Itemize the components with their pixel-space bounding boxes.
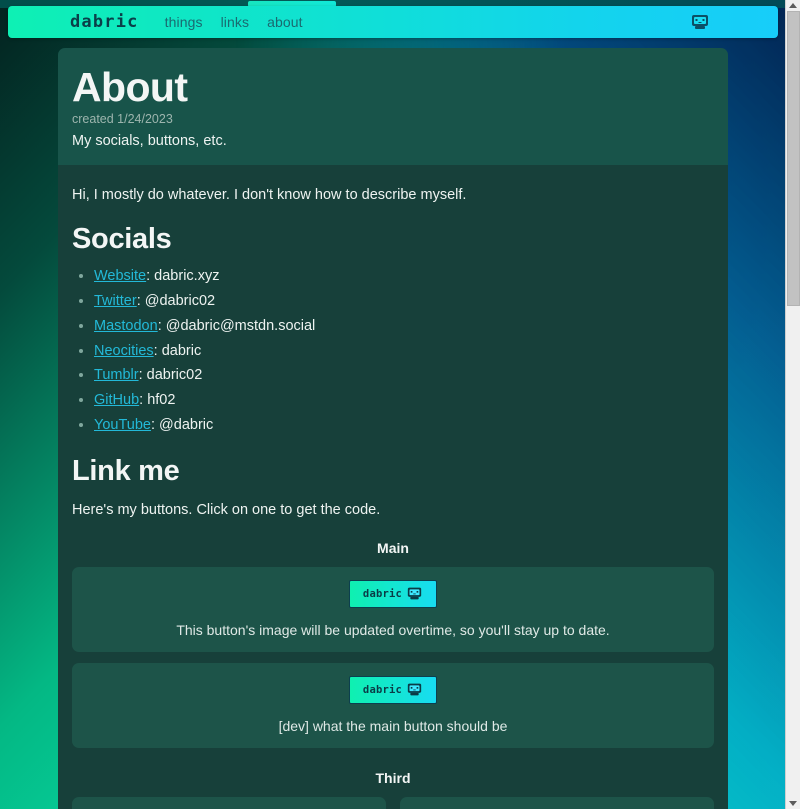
main-content-card: About created 1/24/2023 My socials, butt… <box>58 48 728 809</box>
created-date: created 1/24/2023 <box>72 112 173 127</box>
scrollbar-up-button[interactable] <box>786 0 800 11</box>
page-subtitle: My socials, buttons, etc. <box>72 133 227 150</box>
badge-label: dabric <box>362 587 403 600</box>
social-link-tumblr[interactable]: Tumblr <box>94 367 139 383</box>
robot-head-icon[interactable] <box>690 13 710 31</box>
page-body-panel: Hi, I mostly do whatever. I don't know h… <box>58 165 728 809</box>
button-card-row: dabric New site, new button. <box>72 786 714 809</box>
social-link-youtube[interactable]: YouTube <box>94 417 151 433</box>
social-link-twitter[interactable]: Twitter <box>94 293 137 309</box>
linkme-heading: Link me <box>72 454 180 487</box>
robot-head-icon <box>407 588 422 600</box>
nav-item-about[interactable]: about <box>267 14 303 30</box>
brand-logo[interactable]: dabric <box>70 12 139 32</box>
social-link-website[interactable]: Website <box>94 268 146 284</box>
list-item: YouTube: @dabric <box>94 416 714 435</box>
button-card[interactable]: DABRIC Basically the polar opposite of t… <box>400 796 714 809</box>
page-background: dabric things links about About created … <box>0 0 785 809</box>
page-header-panel: About created 1/24/2023 My socials, butt… <box>58 48 728 166</box>
dabric-badge-main[interactable]: dabric <box>349 579 437 608</box>
nav-item-things[interactable]: things <box>165 14 203 30</box>
page-title: About <box>72 64 188 110</box>
social-value: : dabric.xyz <box>146 268 220 285</box>
social-link-neocities[interactable]: Neocities <box>94 343 154 359</box>
badge-label: dabric <box>362 683 403 696</box>
robot-head-icon <box>407 684 422 696</box>
group-label-third: Third <box>375 769 411 786</box>
socials-list: Website: dabric.xyz Twitter: @dabric02 M… <box>72 267 714 435</box>
triangle-down-icon <box>789 801 797 806</box>
list-item: Neocities: dabric <box>94 342 714 361</box>
card-caption: This button's image will be updated over… <box>176 621 610 638</box>
list-item: GitHub: hf02 <box>94 391 714 410</box>
button-card[interactable]: dabric This button's image will be updat… <box>72 566 714 652</box>
social-value: : dabric02 <box>138 367 203 384</box>
scrollbar-thumb[interactable] <box>787 11 800 306</box>
social-value: : hf02 <box>139 392 176 409</box>
list-item: Website: dabric.xyz <box>94 267 714 286</box>
card-caption: [dev] what the main button should be <box>278 717 508 734</box>
social-value: : dabric <box>153 342 202 359</box>
site-header: dabric things links about <box>8 6 778 38</box>
list-item: Tumblr: dabric02 <box>94 366 714 385</box>
social-value: : @dabric <box>150 417 214 434</box>
social-value: : @dabric@mstdn.social <box>157 317 316 334</box>
button-card[interactable]: dabric [dev] what the main button should… <box>72 662 714 748</box>
intro-paragraph: Hi, I mostly do whatever. I don't know h… <box>72 187 467 204</box>
nav-item-links[interactable]: links <box>221 14 250 30</box>
linkme-note: Here's my buttons. Click on one to get t… <box>72 501 381 518</box>
dabric-badge-dev[interactable]: dabric <box>349 675 437 704</box>
button-card[interactable]: dabric New site, new button. <box>72 796 386 809</box>
list-item: Mastodon: @dabric@mstdn.social <box>94 317 714 336</box>
triangle-up-icon <box>789 3 797 8</box>
scrollbar[interactable] <box>785 0 800 809</box>
group-label-main: Main <box>377 539 409 556</box>
social-value: : @dabric02 <box>136 292 216 309</box>
social-link-mastodon[interactable]: Mastodon <box>94 318 158 334</box>
list-item: Twitter: @dabric02 <box>94 292 714 311</box>
social-link-github[interactable]: GitHub <box>94 392 139 408</box>
scrollbar-down-button[interactable] <box>786 798 800 809</box>
socials-heading: Socials <box>72 223 172 256</box>
